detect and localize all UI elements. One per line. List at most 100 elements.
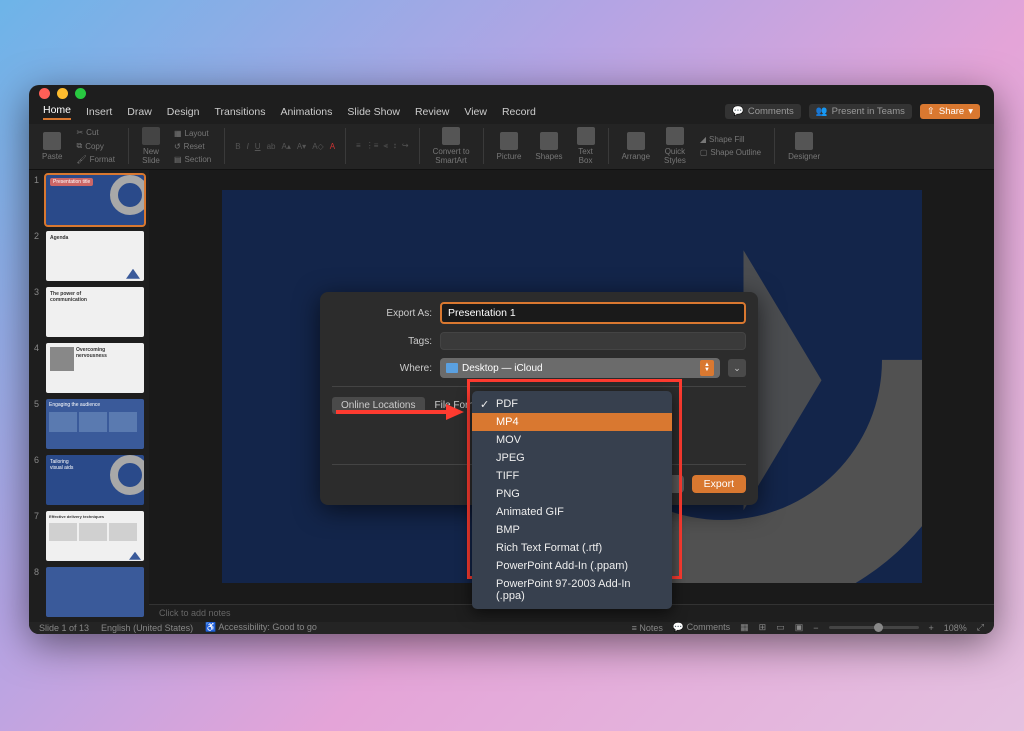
copy-button[interactable]: ⧉Copy [73, 140, 118, 152]
line-spacing-button[interactable]: ↕ [393, 141, 397, 151]
tab-slideshow[interactable]: Slide Show [347, 106, 400, 118]
comment-icon: 💬 [732, 106, 744, 117]
thumbnail-slide-8[interactable] [46, 567, 144, 617]
tab-record[interactable]: Record [502, 106, 536, 118]
outline-icon: ▢ [700, 148, 708, 157]
file-format-dropdown[interactable]: PDF MP4 MOV JPEG TIFF PNG Animated GIF B… [472, 391, 672, 609]
view-normal-button[interactable]: ▦ [740, 622, 749, 633]
textbox-button[interactable]: Text Box [574, 127, 598, 165]
align-left-button[interactable]: ⫷ [383, 141, 388, 151]
font-size-up-button[interactable]: A▴ [281, 142, 290, 151]
tab-review[interactable]: Review [415, 106, 449, 118]
thumbnail-slide-5[interactable]: Engaging the audience [46, 399, 144, 449]
thumbnail-slide-3[interactable]: The power of communication [46, 287, 144, 337]
fit-to-window-button[interactable]: ⤢ [977, 622, 984, 633]
online-locations-button[interactable]: Online Locations [332, 397, 425, 414]
tags-input[interactable] [440, 332, 746, 350]
zoom-slider[interactable] [829, 626, 919, 629]
expand-dialog-button[interactable]: ⌄ [728, 359, 746, 377]
zoom-level[interactable]: 108% [944, 623, 967, 633]
numbering-button[interactable]: ⋮≡ [366, 141, 379, 151]
slide-thumbnails-panel[interactable]: 1Presentation title 2Agenda 3The power o… [29, 170, 149, 622]
bold-button[interactable]: B [235, 142, 240, 151]
picture-button[interactable]: Picture [494, 132, 525, 161]
status-accessibility[interactable]: ♿ Accessibility: Good to go [205, 622, 317, 633]
shape-outline-button[interactable]: ▢Shape Outline [697, 147, 764, 158]
layout-button[interactable]: ▦Layout [171, 128, 214, 139]
minimize-window-button[interactable] [57, 88, 68, 99]
dropdown-item-pdf[interactable]: PDF [472, 395, 672, 413]
dropdown-item-mov[interactable]: MOV [472, 431, 672, 449]
reset-button[interactable]: ↺Reset [171, 141, 214, 152]
tab-transitions[interactable]: Transitions [214, 106, 265, 118]
view-sorter-button[interactable]: ⊞ [759, 622, 767, 633]
status-notes-button[interactable]: ≡ Notes [632, 623, 663, 633]
format-painter-button[interactable]: 🖌Format [73, 154, 118, 165]
tab-home[interactable]: Home [43, 104, 71, 120]
dropdown-item-mp4[interactable]: MP4 [472, 413, 672, 431]
tab-animations[interactable]: Animations [280, 106, 332, 118]
dropdown-item-tiff[interactable]: TIFF [472, 467, 672, 485]
comments-button[interactable]: 💬Comments [725, 104, 801, 119]
layout-icon: ▦ [174, 129, 182, 138]
view-slideshow-button[interactable]: ▣ [795, 622, 804, 633]
thumbnail-slide-7[interactable]: Effective delivery techniques [46, 511, 144, 561]
italic-button[interactable]: I [247, 142, 249, 151]
tab-insert[interactable]: Insert [86, 106, 112, 118]
dropdown-item-bmp[interactable]: BMP [472, 521, 672, 539]
thumbnail-slide-1[interactable]: Presentation title [46, 175, 144, 225]
dropdown-item-ppam[interactable]: PowerPoint Add-In (.ppam) [472, 557, 672, 575]
new-slide-button[interactable]: New Slide [139, 127, 163, 165]
zoom-in-button[interactable]: + [929, 623, 934, 633]
share-button[interactable]: ⇧Share ▾ [920, 104, 980, 119]
where-select[interactable]: Desktop — iCloud ▲▼ [440, 358, 720, 378]
designer-button[interactable]: Designer [785, 132, 823, 161]
thumb-5-title: Engaging the audience [49, 402, 100, 408]
export-filename-input[interactable] [440, 302, 746, 324]
zoom-out-button[interactable]: − [813, 623, 818, 633]
bullets-button[interactable]: ≡ [356, 141, 361, 151]
ribbon: Paste ✂Cut ⧉Copy 🖌Format New Slide ▦Layo… [29, 124, 994, 170]
dropdown-item-png[interactable]: PNG [472, 485, 672, 503]
section-button[interactable]: ▤Section [171, 154, 214, 165]
comments-icon: 💬 [673, 622, 687, 632]
view-reading-button[interactable]: ▭ [776, 622, 785, 633]
convert-smartart-button[interactable]: Convert to SmartArt [430, 127, 473, 165]
dropdown-item-animated-gif[interactable]: Animated GIF [472, 503, 672, 521]
export-as-label: Export As: [332, 308, 432, 319]
present-in-teams-button[interactable]: 👥Present in Teams [809, 104, 912, 119]
textbox-icon [577, 127, 595, 145]
thumbnail-slide-2[interactable]: Agenda [46, 231, 144, 281]
dropdown-item-jpeg[interactable]: JPEG [472, 449, 672, 467]
copy-icon: ⧉ [76, 141, 82, 151]
chevron-down-icon: ▾ [968, 106, 973, 117]
clear-format-button[interactable]: A◇ [312, 142, 324, 151]
thumbnail-slide-4[interactable]: Overcoming nervousness [46, 343, 144, 393]
font-size-down-button[interactable]: A▾ [297, 142, 306, 151]
dropdown-item-ppa[interactable]: PowerPoint 97-2003 Add-In (.ppa) [472, 575, 672, 605]
dropdown-item-rtf[interactable]: Rich Text Format (.rtf) [472, 539, 672, 557]
shapes-button[interactable]: Shapes [532, 132, 565, 161]
font-color-button[interactable]: A [330, 142, 335, 151]
tags-label: Tags: [332, 336, 432, 347]
status-comments-button[interactable]: 💬 Comments [673, 622, 730, 633]
shapes-icon [540, 132, 558, 150]
maximize-window-button[interactable] [75, 88, 86, 99]
strike-button[interactable]: ab [267, 142, 276, 151]
shape-fill-button[interactable]: ◢Shape Fill [697, 134, 764, 145]
close-window-button[interactable] [39, 88, 50, 99]
thumbnail-slide-6[interactable]: Tailoring visual aids [46, 455, 144, 505]
export-button[interactable]: Export [692, 475, 746, 493]
text-direction-button[interactable]: ↪ [402, 141, 409, 151]
arrange-button[interactable]: Arrange [619, 132, 653, 161]
cut-button[interactable]: ✂Cut [73, 127, 118, 138]
paste-button[interactable]: Paste [39, 132, 65, 161]
tab-draw[interactable]: Draw [127, 106, 152, 118]
tab-design[interactable]: Design [167, 106, 200, 118]
status-language[interactable]: English (United States) [101, 623, 193, 633]
quick-styles-button[interactable]: Quick Styles [661, 127, 689, 165]
arrange-icon [627, 132, 645, 150]
thumb-1-title: Presentation title [50, 178, 93, 186]
tab-view[interactable]: View [464, 106, 487, 118]
underline-button[interactable]: U [255, 142, 261, 151]
